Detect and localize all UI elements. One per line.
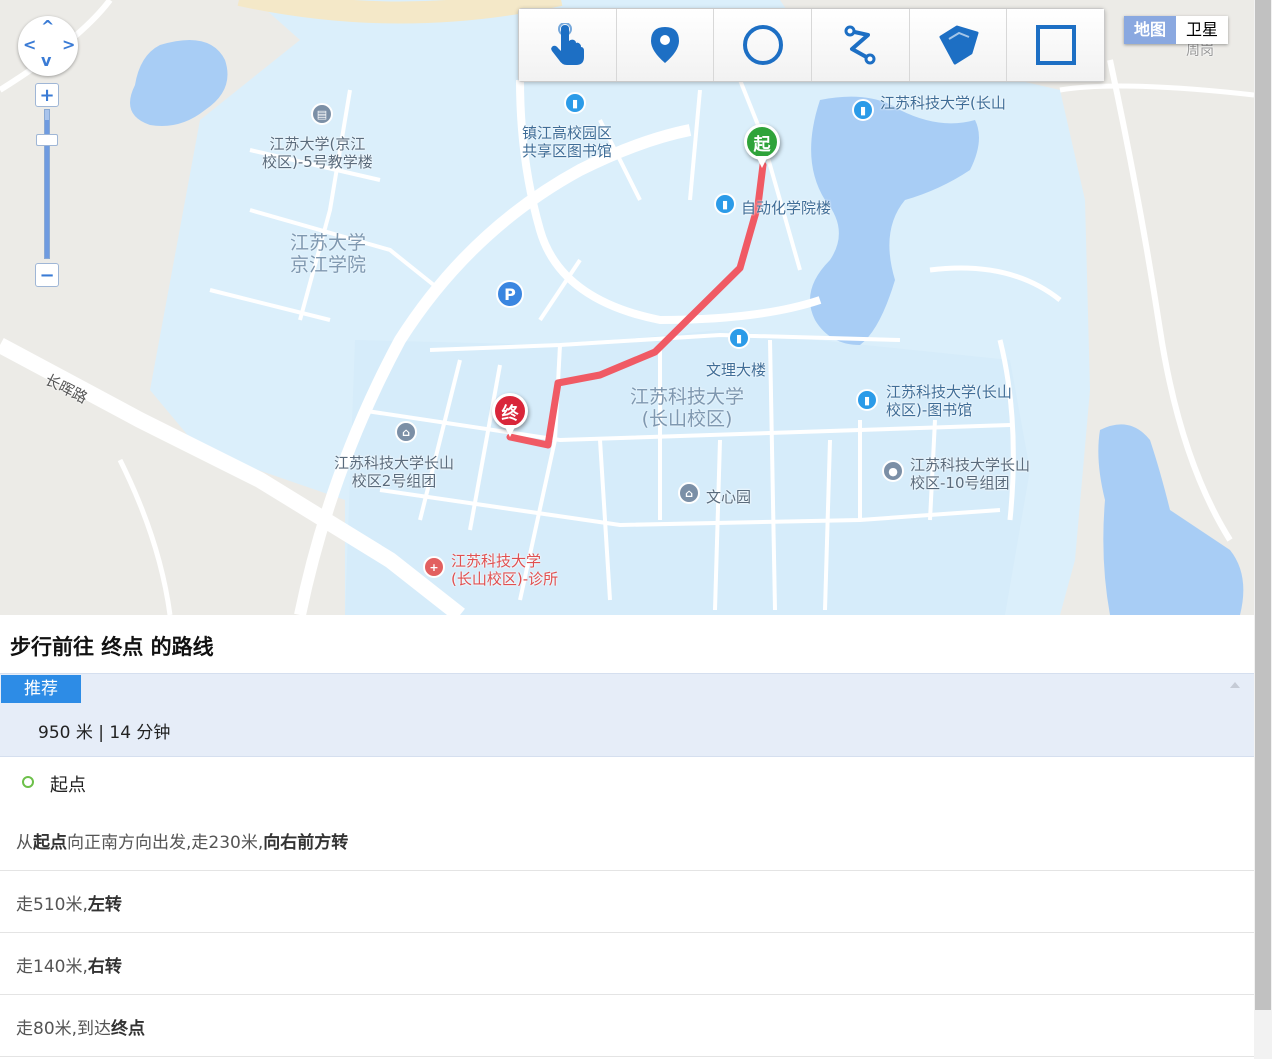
building-icon: ⌂ bbox=[395, 421, 417, 443]
pan-up-icon[interactable]: ^ bbox=[41, 17, 54, 36]
collapse-arrow-icon[interactable] bbox=[1230, 682, 1240, 688]
route-panel: 步行前往 终点 的路线 推荐 950 米 | 14 分钟 起点 从起点向正南方向… bbox=[0, 615, 1254, 1059]
library-icon: ▮ bbox=[856, 389, 878, 411]
hand-pointer-icon bbox=[551, 23, 585, 65]
start-marker-tail bbox=[756, 156, 768, 168]
library-icon: ▮ bbox=[728, 327, 750, 349]
route-summary: 950 米 | 14 分钟 bbox=[38, 723, 171, 743]
route-title: 步行前往 终点 的路线 bbox=[10, 635, 214, 659]
route-step[interactable]: 从起点向正南方向出发,走230米,向右前方转 bbox=[0, 809, 1254, 871]
zoom-control[interactable]: + − bbox=[35, 83, 61, 293]
library-icon: ▮ bbox=[852, 99, 874, 121]
scrollbar-thumb[interactable] bbox=[1255, 0, 1271, 1010]
route-step[interactable]: 走510米,左转 bbox=[0, 871, 1254, 933]
pan-control[interactable]: ^ < > v bbox=[18, 16, 78, 76]
map-type-satellite-button[interactable]: 卫星 bbox=[1176, 16, 1229, 44]
route-step-text: 从起点向正南方向出发,走230米,向右前方转 bbox=[16, 833, 349, 853]
map-type-switch: 地图 卫星 bbox=[1124, 16, 1229, 44]
zoom-slider-track[interactable] bbox=[44, 109, 50, 259]
route-plan-card[interactable]: 推荐 950 米 | 14 分钟 bbox=[0, 673, 1254, 757]
route-step-text: 走510米,左转 bbox=[16, 895, 122, 915]
poi-just-group10[interactable]: 江苏科技大学长山 校区-10号组团 bbox=[910, 456, 1030, 492]
zoom-slider-handle[interactable] bbox=[36, 133, 58, 146]
poi-wenxinyuan[interactable]: 文心园 bbox=[706, 488, 751, 506]
rectangle-tool[interactable] bbox=[1007, 9, 1105, 81]
drawing-toolbar bbox=[518, 8, 1105, 82]
poi-wenli-building[interactable]: 文理大楼 bbox=[706, 361, 766, 379]
end-marker-tail bbox=[504, 425, 516, 437]
start-marker[interactable]: 起 bbox=[742, 124, 782, 170]
polygon-icon bbox=[939, 25, 979, 65]
parking-icon[interactable]: P bbox=[496, 280, 524, 308]
end-marker[interactable]: 终 bbox=[490, 393, 530, 439]
poi-zhougang: 周岗 bbox=[1186, 43, 1214, 59]
map-base-layer bbox=[0, 0, 1254, 615]
map-canvas[interactable]: 江苏大学 京江学院 江苏科技大学 (长山校区) 长晖路 ▤ 江苏大学(京江 校区)-5… bbox=[0, 0, 1254, 615]
area-label-jiangsu-univ: 江苏大学 京江学院 bbox=[290, 232, 367, 276]
poi-shared-library[interactable]: 镇江高校园区 共享区图书馆 bbox=[522, 124, 612, 160]
library-icon: ▮ bbox=[714, 193, 736, 215]
area-label-just: 江苏科技大学 (长山校区) bbox=[630, 386, 745, 430]
start-point-row[interactable]: 起点 bbox=[0, 755, 1254, 809]
poi-just-changshan-top[interactable]: 江苏科技大学(长山 bbox=[880, 94, 1006, 112]
polygon-tool[interactable] bbox=[909, 9, 1008, 81]
pan-right-icon[interactable]: > bbox=[62, 35, 75, 54]
poi-just-clinic[interactable]: 江苏科技大学 (长山校区)-诊所 bbox=[451, 552, 558, 588]
pan-down-icon[interactable]: v bbox=[41, 51, 51, 70]
pan-left-icon[interactable]: < bbox=[23, 35, 36, 54]
polyline-tool[interactable] bbox=[812, 9, 910, 81]
poi-just-library[interactable]: 江苏科技大学(长山 校区)-图书馆 bbox=[886, 383, 1012, 419]
map-type-map-button[interactable]: 地图 bbox=[1124, 16, 1177, 44]
circle-icon bbox=[742, 25, 783, 65]
end-marker-label: 终 bbox=[492, 393, 528, 429]
rectangle-icon bbox=[1035, 25, 1076, 65]
poi-jiangsu-univ-building5[interactable]: 江苏大学(京江 校区)-5号教学楼 bbox=[262, 135, 373, 171]
building-icon: ● bbox=[882, 460, 904, 482]
zoom-out-button[interactable]: − bbox=[35, 263, 59, 287]
start-marker-label: 起 bbox=[744, 124, 780, 160]
poi-just-group2[interactable]: 江苏科技大学长山 校区2号组团 bbox=[334, 454, 454, 490]
hospital-icon: + bbox=[423, 556, 445, 578]
vertical-scrollbar[interactable] bbox=[1254, 0, 1272, 1059]
building-icon: ⌂ bbox=[678, 482, 700, 504]
recommended-tag: 推荐 bbox=[1, 675, 81, 703]
library-icon: ▮ bbox=[564, 92, 586, 114]
route-step-text: 走140米,右转 bbox=[16, 957, 122, 977]
route-step[interactable]: 走140米,右转 bbox=[0, 933, 1254, 995]
polyline-icon bbox=[844, 25, 876, 65]
poi-automation-building[interactable]: 自动化学院楼 bbox=[741, 199, 831, 217]
route-step-text: 走80米,到达终点 bbox=[16, 1019, 146, 1039]
route-step[interactable]: 走80米,到达终点 bbox=[0, 995, 1254, 1057]
school-icon: ▤ bbox=[311, 103, 333, 125]
zoom-in-button[interactable]: + bbox=[35, 83, 59, 107]
map-pin-icon bbox=[651, 27, 679, 63]
marker-tool[interactable] bbox=[616, 9, 715, 81]
circle-tool[interactable] bbox=[714, 9, 813, 81]
start-point-icon bbox=[22, 776, 34, 788]
start-point-label: 起点 bbox=[50, 775, 86, 796]
pointer-tool[interactable] bbox=[519, 9, 617, 81]
